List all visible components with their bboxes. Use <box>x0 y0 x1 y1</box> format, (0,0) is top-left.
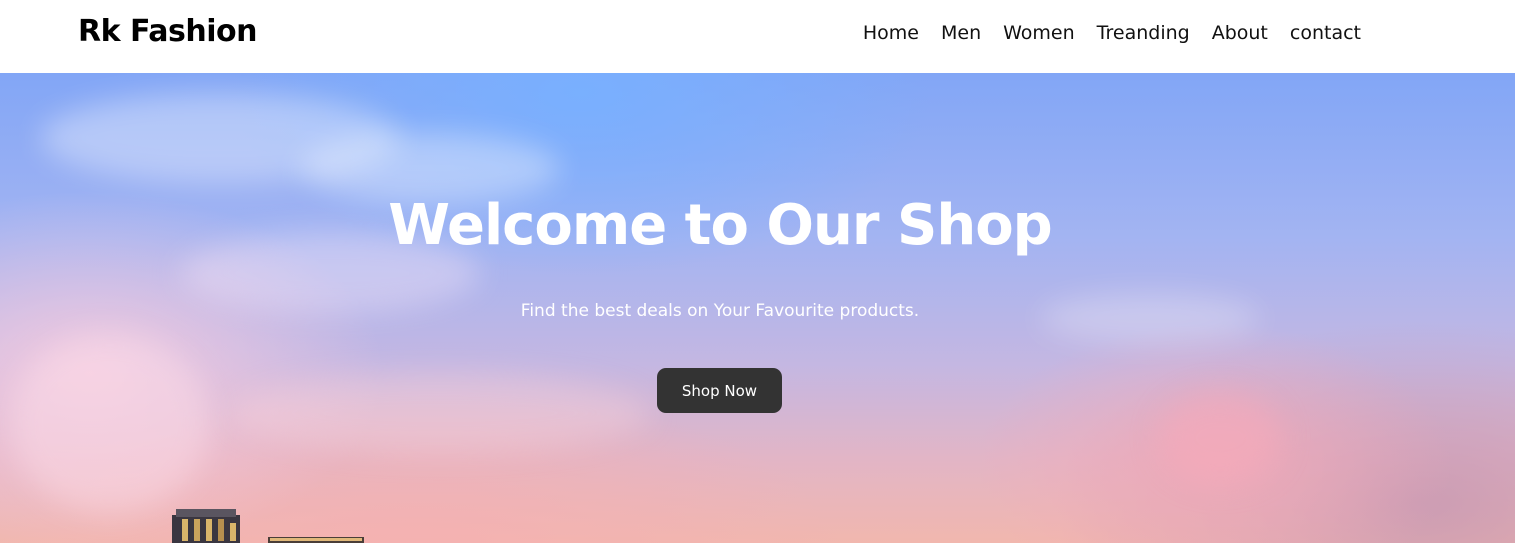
nav-link-contact[interactable]: contact <box>1290 22 1361 44</box>
nav-link-women[interactable]: Women <box>1003 22 1075 44</box>
city-skyline <box>172 509 364 543</box>
nav-item-about: About <box>1212 22 1268 44</box>
nav-link-about[interactable]: About <box>1212 22 1268 44</box>
nav-link-home[interactable]: Home <box>863 22 919 44</box>
nav-item-home: Home <box>863 22 919 44</box>
nav-link-trending[interactable]: Treanding <box>1097 22 1190 44</box>
hero-subtitle: Find the best deals on Your Favourite pr… <box>520 301 920 321</box>
brand-logo[interactable]: Rk Fashion <box>78 14 257 49</box>
nav-item-trending: Treanding <box>1097 22 1190 44</box>
shop-now-button[interactable]: Shop Now <box>657 368 782 413</box>
nav-link-men[interactable]: Men <box>941 22 981 44</box>
hero-cloud <box>1160 393 1280 483</box>
nav-item-men: Men <box>941 22 981 44</box>
hero-banner: Welcome to Our Shop Find the best deals … <box>0 73 1515 543</box>
nav-item-women: Women <box>1003 22 1075 44</box>
nav-item-contact: contact <box>1290 22 1361 44</box>
hero-title: Welcome to Our Shop <box>388 193 1053 258</box>
hero-cloud <box>230 373 650 453</box>
navbar: Rk Fashion Home Men Women Treanding Abou… <box>0 0 1515 73</box>
nav-menu: Home Men Women Treanding About contact <box>863 22 1361 44</box>
